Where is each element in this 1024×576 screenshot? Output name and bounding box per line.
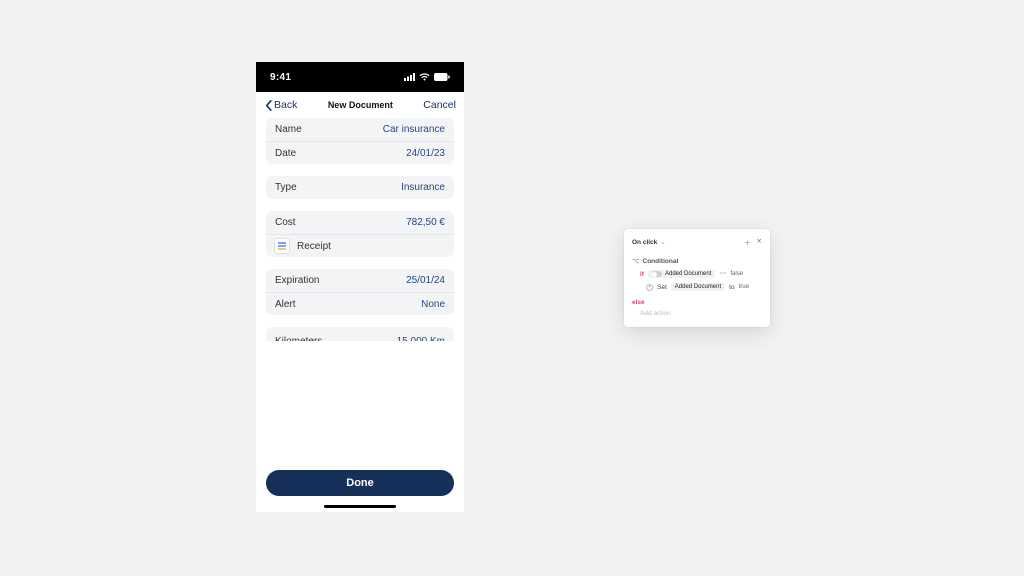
row-alert[interactable]: Alert None (266, 292, 454, 315)
row-receipt[interactable]: Receipt (266, 234, 454, 257)
set-action[interactable]: ✦ Set Added Document to true (632, 281, 762, 295)
alert-label: Alert (275, 299, 296, 310)
name-label: Name (275, 124, 302, 135)
status-time: 9:41 (270, 72, 291, 83)
conditional-block[interactable]: ⌥ Conditional (632, 253, 762, 267)
battery-icon (434, 73, 450, 81)
done-button[interactable]: Done (266, 470, 454, 496)
operator[interactable]: == (719, 271, 726, 277)
home-indicator (324, 505, 396, 508)
add-action-button[interactable]: Add action (632, 308, 762, 317)
close-icon[interactable]: ✕ (757, 237, 762, 247)
receipt-thumbnail-icon (275, 239, 289, 253)
variable-name: Added Document (665, 271, 711, 277)
form: Name Car insurance Date 24/01/23 Type In… (256, 118, 464, 512)
keyword-else[interactable]: else (632, 295, 762, 308)
date-label: Date (275, 148, 296, 159)
interactions-panel: On click ⌄ ＋ ✕ ⌥ Conditional if Added Do… (624, 229, 770, 327)
group-expiration: Expiration 25/01/24 Alert None (266, 269, 454, 315)
phone-mock: 9:41 Back New Document Cancel Name Car i… (256, 62, 464, 512)
row-type[interactable]: Type Insurance (266, 176, 454, 199)
chevron-down-icon: ⌄ (660, 239, 665, 246)
cost-label: Cost (275, 217, 296, 228)
row-name[interactable]: Name Car insurance (266, 118, 454, 141)
cancel-button[interactable]: Cancel (423, 99, 456, 111)
kilometers-label: Kilometers (275, 336, 322, 341)
set-word: Set (657, 284, 667, 291)
set-variable-chip[interactable]: Added Document (671, 283, 725, 291)
kilometers-value: 15.000 Km (397, 336, 445, 341)
rhs-value[interactable]: false (730, 271, 743, 277)
cellular-icon (404, 73, 415, 81)
branch-icon: ⌥ (632, 257, 640, 265)
type-label: Type (275, 182, 297, 193)
receipt-label: Receipt (297, 241, 331, 252)
toggle-icon (652, 271, 662, 277)
set-variable-icon: ✦ (646, 284, 653, 291)
date-value: 24/01/23 (406, 148, 445, 159)
group-basic: Name Car insurance Date 24/01/23 (266, 118, 454, 164)
nav-bar: Back New Document Cancel (256, 92, 464, 118)
keyword-if: if (640, 271, 644, 278)
chevron-left-icon (264, 100, 273, 111)
back-label: Back (274, 99, 297, 111)
add-icon[interactable]: ＋ (744, 237, 751, 247)
expiration-label: Expiration (275, 275, 319, 286)
name-value: Car insurance (383, 124, 445, 135)
wifi-icon (419, 73, 430, 81)
row-expiration[interactable]: Expiration 25/01/24 (266, 269, 454, 292)
row-date[interactable]: Date 24/01/23 (266, 141, 454, 164)
to-value[interactable]: true (739, 284, 749, 290)
group-cost: Cost 782,50 € Receipt (266, 211, 454, 257)
conditional-label: Conditional (643, 258, 679, 265)
back-button[interactable]: Back (264, 99, 297, 111)
status-bar: 9:41 (256, 62, 464, 92)
cost-value: 782,50 € (406, 217, 445, 228)
variable-chip[interactable]: Added Document (648, 270, 715, 278)
panel-trigger[interactable]: On click ⌄ (632, 239, 665, 246)
panel-header: On click ⌄ ＋ ✕ (632, 237, 762, 253)
page-title: New Document (328, 100, 393, 110)
row-kilometers[interactable]: Kilometers 15.000 Km (266, 327, 454, 341)
group-kilometers: Kilometers 15.000 Km (266, 327, 454, 341)
status-icons (404, 73, 450, 81)
panel-trigger-label: On click (632, 239, 657, 246)
modal-sheet: Back New Document Cancel Name Car insura… (256, 92, 464, 512)
alert-value: None (421, 299, 445, 310)
row-cost[interactable]: Cost 782,50 € (266, 211, 454, 234)
done-wrap: Done (266, 470, 454, 496)
type-value: Insurance (401, 182, 445, 193)
if-condition[interactable]: if Added Document == false (632, 267, 762, 281)
to-word: to (729, 284, 734, 291)
group-type: Type Insurance (266, 176, 454, 199)
expiration-value: 25/01/24 (406, 275, 445, 286)
